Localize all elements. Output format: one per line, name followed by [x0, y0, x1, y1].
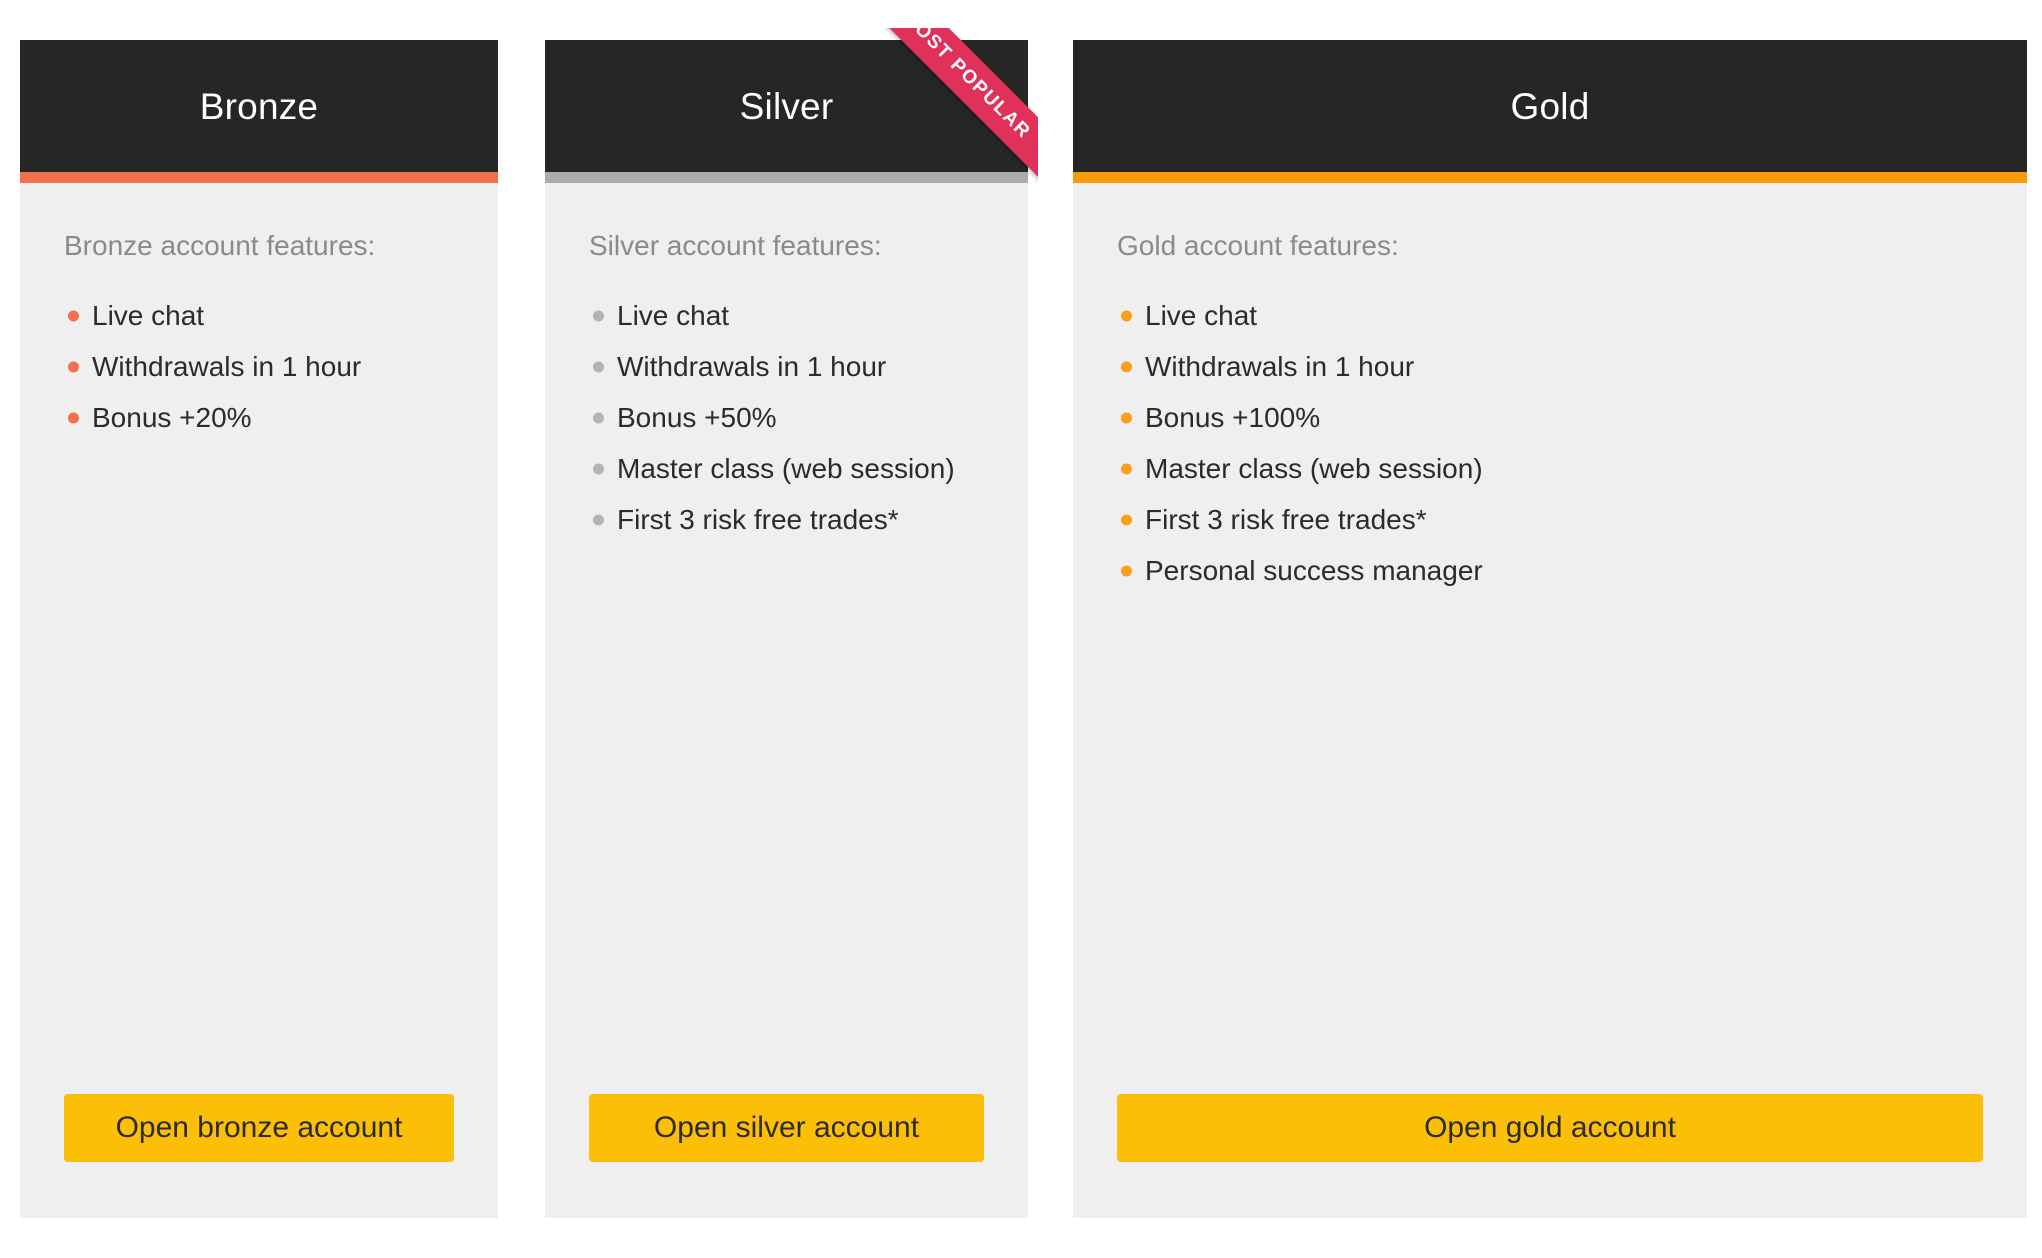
bullet-icon — [68, 412, 79, 424]
bullet-icon — [1121, 565, 1132, 577]
bullet-icon — [593, 412, 604, 424]
pricing-card-bronze: Bronze Bronze account features: Live cha… — [20, 40, 498, 1218]
bullet-icon — [1121, 514, 1132, 526]
cta-zone-silver: Open silver account — [545, 1094, 1028, 1218]
bullet-icon — [593, 514, 604, 526]
accent-bar-bronze — [20, 172, 498, 183]
feature-item: Master class (web session) — [589, 444, 984, 495]
feature-label: Bonus +100% — [1145, 402, 1321, 434]
feature-item: Bonus +100% — [1117, 393, 1983, 444]
bullet-icon — [593, 361, 604, 373]
accent-bar-silver — [545, 172, 1028, 183]
feature-item: Withdrawals in 1 hour — [589, 342, 984, 393]
feature-item: Bonus +50% — [589, 393, 984, 444]
cta-zone-bronze: Open bronze account — [20, 1094, 498, 1218]
feature-item: First 3 risk free trades* — [589, 495, 984, 546]
features-heading-gold: Gold account features: — [1117, 230, 1399, 261]
open-silver-account-button[interactable]: Open silver account — [589, 1094, 984, 1162]
feature-item: First 3 risk free trades* — [1117, 495, 1983, 546]
feature-label: Bonus +50% — [617, 402, 777, 434]
feature-label: Withdrawals in 1 hour — [617, 351, 887, 383]
features-list-bronze: Live chat Withdrawals in 1 hour Bonus +2… — [64, 291, 454, 444]
plan-title-gold: Gold — [1510, 85, 1590, 127]
plan-title-silver: Silver — [739, 85, 834, 127]
feature-label: Live chat — [617, 300, 730, 332]
bullet-icon — [593, 463, 604, 475]
pricing-card-silver: Silver MOST POPULAR Silver account featu… — [545, 28, 1038, 1218]
bullet-icon — [1121, 310, 1132, 322]
feature-item: Withdrawals in 1 hour — [64, 342, 454, 393]
features-list-gold: Live chat Withdrawals in 1 hour Bonus +1… — [1117, 291, 1983, 597]
feature-label: Bonus +20% — [92, 402, 252, 434]
open-gold-account-button[interactable]: Open gold account — [1117, 1094, 1983, 1162]
open-bronze-account-button[interactable]: Open bronze account — [64, 1094, 454, 1162]
feature-label: First 3 risk free trades* — [617, 504, 899, 536]
feature-item: Live chat — [64, 291, 454, 342]
card-header-silver: Silver — [545, 40, 1028, 172]
bullet-icon — [1121, 412, 1132, 424]
feature-label: Live chat — [92, 300, 205, 332]
feature-label: Live chat — [1145, 300, 1258, 332]
features-heading-bronze: Bronze account features: — [64, 230, 376, 261]
feature-item: Personal success manager — [1117, 546, 1983, 597]
card-body-gold: Gold account features: Live chat Withdra… — [1073, 183, 2027, 1094]
bullet-icon — [68, 361, 79, 373]
card-body-silver: Silver account features: Live chat Withd… — [545, 183, 1028, 1094]
feature-item: Bonus +20% — [64, 393, 454, 444]
card-header-gold: Gold — [1073, 40, 2027, 172]
feature-item: Withdrawals in 1 hour — [1117, 342, 1983, 393]
feature-label: First 3 risk free trades* — [1145, 504, 1427, 536]
bullet-icon — [593, 310, 604, 322]
plan-title-bronze: Bronze — [199, 85, 319, 127]
features-list-silver: Live chat Withdrawals in 1 hour Bonus +5… — [589, 291, 984, 546]
card-header-bronze: Bronze — [20, 40, 498, 172]
feature-label: Master class (web session) — [617, 453, 955, 485]
bullet-icon — [1121, 463, 1132, 475]
feature-label: Personal success manager — [1145, 555, 1483, 587]
bullet-icon — [68, 310, 79, 322]
feature-label: Withdrawals in 1 hour — [92, 351, 362, 383]
card-body-bronze: Bronze account features: Live chat Withd… — [20, 183, 498, 1094]
features-heading-silver: Silver account features: — [589, 230, 882, 261]
cta-zone-gold: Open gold account — [1073, 1094, 2027, 1218]
pricing-table: Bronze Bronze account features: Live cha… — [0, 0, 2042, 1258]
accent-bar-gold — [1073, 172, 2027, 183]
feature-item: Live chat — [1117, 291, 1983, 342]
feature-item: Master class (web session) — [1117, 444, 1983, 495]
feature-label: Withdrawals in 1 hour — [1145, 351, 1415, 383]
feature-item: Live chat — [589, 291, 984, 342]
pricing-card-gold: Gold Gold account features: Live chat Wi… — [1073, 40, 2027, 1218]
feature-label: Master class (web session) — [1145, 453, 1483, 485]
bullet-icon — [1121, 361, 1132, 373]
